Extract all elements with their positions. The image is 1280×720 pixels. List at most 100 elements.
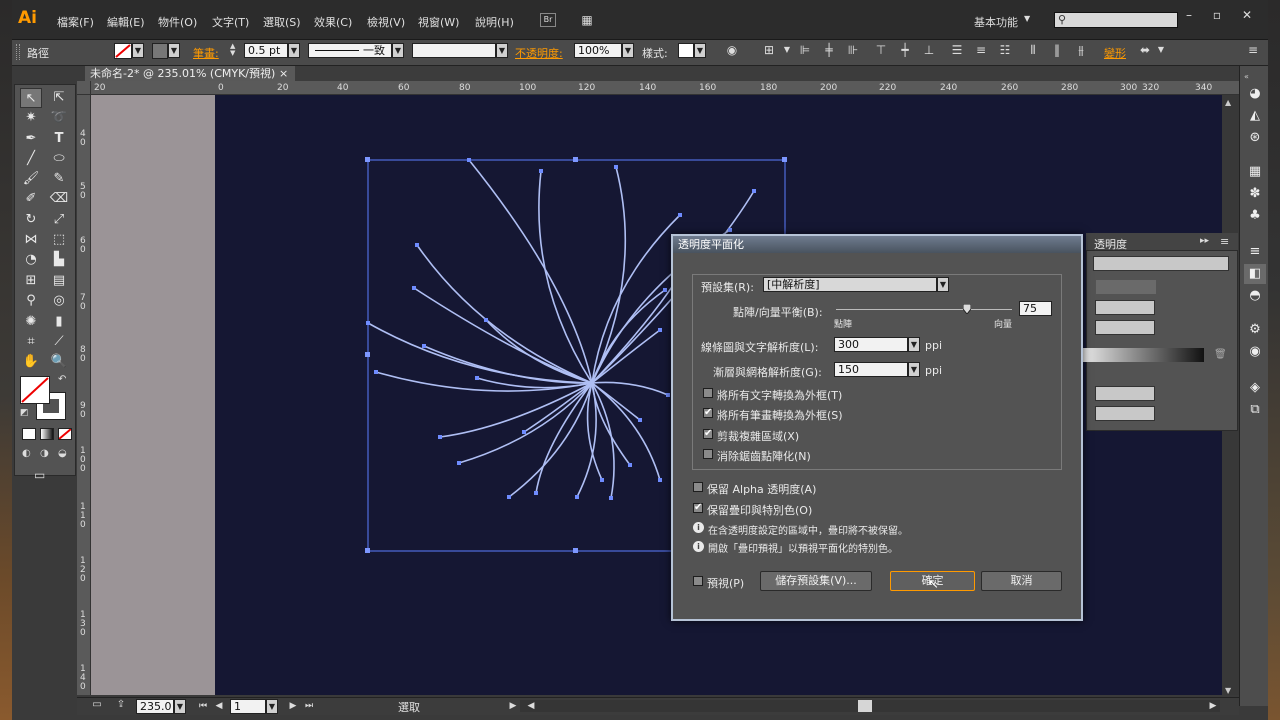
brushes-icon[interactable]: ✽ <box>1244 184 1266 204</box>
anchor-point[interactable] <box>507 495 511 499</box>
panel-menu-icon[interactable]: ≡ <box>1220 235 1229 248</box>
align-selection-icon[interactable]: ⊞ <box>760 42 778 58</box>
anchor-point[interactable] <box>412 286 416 290</box>
graph-tool-icon[interactable]: ▮ <box>48 312 70 332</box>
horizontal-scroll-thumb[interactable] <box>858 700 872 712</box>
balance-slider-track[interactable] <box>836 309 1012 310</box>
gradient-slider[interactable] <box>1082 348 1204 362</box>
flower-stroke[interactable] <box>423 345 593 384</box>
menu-window[interactable]: 視窗(W) <box>418 14 459 30</box>
hand-tool-icon[interactable]: ✋ <box>20 352 42 372</box>
artboard-nav-icon[interactable]: ▭ <box>88 697 106 713</box>
artboards-icon[interactable]: ⧉ <box>1244 400 1266 420</box>
gradient-mode-icon[interactable] <box>40 428 54 440</box>
align-left-icon[interactable]: ⊫ <box>796 42 814 58</box>
chevron-down-icon[interactable]: ▼ <box>1024 14 1030 23</box>
eyedropper-tool-icon[interactable]: ⚲ <box>20 291 42 311</box>
ellipse-tool-icon[interactable]: ⬭ <box>48 149 70 169</box>
style-dropdown[interactable]: ▼ <box>694 43 706 58</box>
draw-behind-icon[interactable]: ◑ <box>40 448 54 460</box>
gradient-resolution-input[interactable]: 150 <box>834 362 908 377</box>
flower-stroke[interactable] <box>538 170 593 384</box>
prev-artboard-icon[interactable]: ◀ <box>210 698 228 714</box>
anchor-point[interactable] <box>374 370 378 374</box>
distribute-left-icon[interactable]: ⫴ <box>1024 42 1042 58</box>
balance-slider-thumb[interactable] <box>962 303 972 315</box>
workspace-switcher[interactable]: 基本功能 <box>974 14 1048 30</box>
flower-stroke[interactable] <box>458 382 593 464</box>
trash-icon[interactable]: 🗑 <box>1214 349 1227 360</box>
help-search-input[interactable] <box>1054 12 1178 28</box>
collapse-panels-icon[interactable]: « <box>1244 72 1249 81</box>
none-mode-icon[interactable] <box>58 428 72 440</box>
width-tool-icon[interactable]: ⋈ <box>20 230 42 250</box>
appearance-icon[interactable]: ⚙ <box>1244 320 1266 340</box>
blob-brush-tool-icon[interactable]: ✐ <box>20 189 42 209</box>
anchor-point[interactable] <box>539 169 543 173</box>
minimize-icon[interactable]: – <box>1178 8 1200 24</box>
flower-stroke[interactable] <box>591 382 661 481</box>
chevron-down-icon[interactable]: ▼ <box>778 42 796 58</box>
last-artboard-icon[interactable]: ⏭ <box>300 698 318 714</box>
type-tool-icon[interactable]: T <box>48 129 70 149</box>
anchor-point[interactable] <box>457 461 461 465</box>
selection-handle[interactable] <box>365 352 370 357</box>
perspective-grid-tool-icon[interactable]: ▙ <box>48 250 70 270</box>
line-art-resolution-input[interactable]: 300 <box>834 337 908 352</box>
recolor-artwork-icon[interactable]: ◉ <box>723 42 741 58</box>
anchor-point[interactable] <box>752 189 756 193</box>
selection-handle[interactable] <box>573 157 578 162</box>
preview-checkbox[interactable] <box>693 576 703 586</box>
anchor-point[interactable] <box>658 328 662 332</box>
anchor-point[interactable] <box>614 165 618 169</box>
color-guide-icon[interactable]: ◭ <box>1244 106 1266 126</box>
artboard-number-dropdown[interactable]: ▼ <box>266 699 278 714</box>
layers-icon[interactable]: ◈ <box>1244 378 1266 398</box>
flower-stroke[interactable] <box>535 382 593 494</box>
line-art-dropdown-arrow[interactable]: ▼ <box>908 337 920 352</box>
share-icon[interactable]: ⇪ <box>112 697 130 713</box>
stroke-outline-checkbox[interactable]: ✔ <box>703 408 713 418</box>
align-right-icon[interactable]: ⊪ <box>844 42 862 58</box>
anchor-point[interactable] <box>475 376 479 380</box>
selection-handle[interactable] <box>365 548 370 553</box>
line-tool-icon[interactable]: ╱ <box>20 149 42 169</box>
anchor-point[interactable] <box>534 491 538 495</box>
zoom-input[interactable]: 235.0 <box>136 699 174 714</box>
flower-stroke[interactable] <box>591 382 641 421</box>
stroke-swatch[interactable] <box>152 43 168 59</box>
antialias-checkbox[interactable] <box>703 449 713 459</box>
balance-input[interactable]: 75 <box>1019 301 1052 316</box>
menu-select[interactable]: 選取(S) <box>263 14 301 30</box>
free-transform-tool-icon[interactable]: ⬚ <box>48 230 70 250</box>
shape-builder-tool-icon[interactable]: ◔ <box>20 250 42 270</box>
navigator-icon[interactable]: ⊛ <box>1244 128 1266 148</box>
distribute-bottom-icon[interactable]: ☷ <box>996 42 1014 58</box>
artboard-number-input[interactable]: 1 <box>230 699 266 714</box>
document-tab[interactable]: 未命名-2* @ 235.01% (CMYK/預視) × <box>85 66 295 82</box>
menu-edit[interactable]: 編輯(E) <box>107 14 145 30</box>
flower-stroke[interactable] <box>416 244 593 384</box>
anchor-point[interactable] <box>575 495 579 499</box>
menu-type[interactable]: 文字(T) <box>212 14 249 30</box>
blend-mode-dropdown[interactable] <box>1093 256 1229 271</box>
artboard-tool-icon[interactable]: ⌗ <box>20 332 42 352</box>
distribute-hcenter-icon[interactable]: ‖ <box>1048 42 1066 58</box>
mesh-tool-icon[interactable]: ⊞ <box>20 271 42 291</box>
scale-tool-icon[interactable]: ⤢ <box>48 210 70 230</box>
dialog-title-bar[interactable]: 透明度平面化 <box>673 236 1081 253</box>
selection-tool-icon[interactable]: ↖ <box>20 88 42 108</box>
anchor-point[interactable] <box>628 463 632 467</box>
anchor-point[interactable] <box>366 321 370 325</box>
stroke-spinner[interactable]: ▲ ▼ <box>230 43 242 58</box>
anchor-point[interactable] <box>663 288 667 292</box>
swatches-icon[interactable]: ▦ <box>1244 162 1266 182</box>
default-colors-icon[interactable]: ◩ <box>20 408 29 418</box>
cancel-button[interactable]: 取消 <box>981 571 1062 591</box>
lasso-tool-icon[interactable]: ➰ <box>48 108 70 128</box>
fill-color-swatch[interactable] <box>20 376 50 404</box>
distribute-top-icon[interactable]: ☰ <box>948 42 966 58</box>
scroll-left-icon[interactable]: ◀ <box>522 698 540 714</box>
selection-handle[interactable] <box>365 157 370 162</box>
panel-dropdown-a[interactable] <box>1095 300 1155 315</box>
